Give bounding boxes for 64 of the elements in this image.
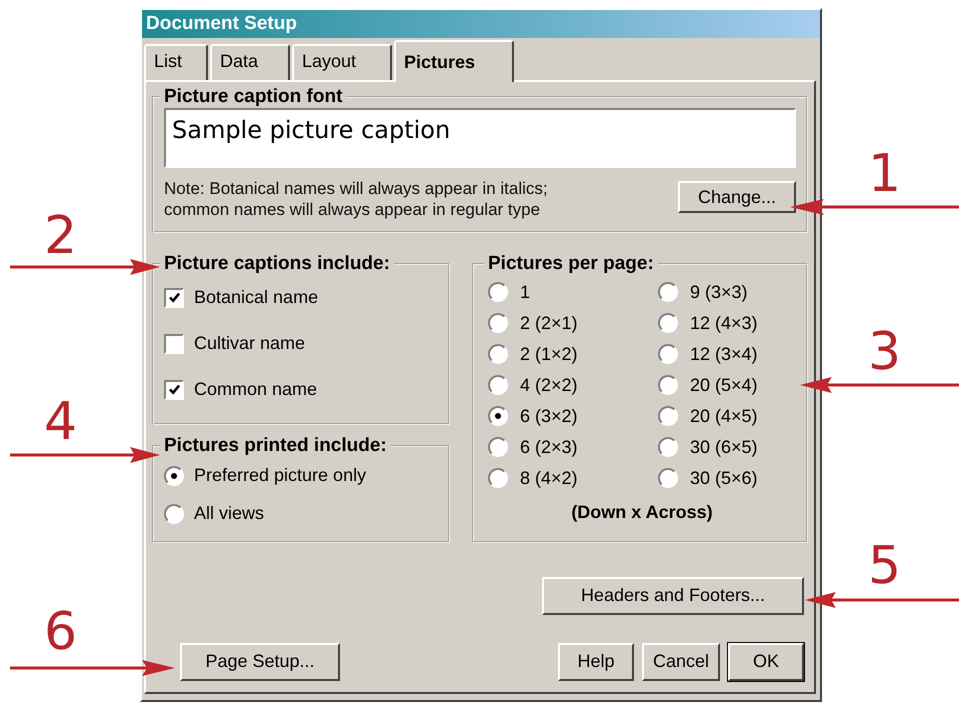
checkbox[interactable] (164, 334, 184, 354)
note-text: Note: Botanical names will always appear in italics; common names will always appear in regular type (164, 178, 548, 220)
checkbox-label[interactable]: Common name (194, 379, 318, 400)
radio-button[interactable] (658, 282, 678, 302)
annotation-number: 2 (44, 210, 78, 262)
group-title: Picture caption font (163, 86, 344, 108)
dialog-button[interactable]: Help (558, 642, 634, 680)
radio-button[interactable] (488, 468, 508, 488)
check-icon (168, 383, 180, 396)
radio-label[interactable]: 2 (2×1) (520, 312, 578, 334)
annotation-number: 5 (868, 540, 902, 592)
tab[interactable]: List (144, 44, 208, 80)
hint-text: (Down x Across) (571, 502, 713, 522)
radio-label[interactable]: All views (194, 503, 264, 524)
radio-button[interactable] (658, 313, 678, 333)
radio-button[interactable] (658, 406, 678, 426)
checkbox[interactable] (164, 380, 184, 400)
checkbox-label[interactable]: Cultivar name (194, 333, 306, 354)
dialog-button[interactable]: Cancel (642, 642, 720, 680)
radio-button[interactable] (488, 375, 508, 395)
radio-button[interactable] (658, 468, 678, 488)
caption-preview: Sample picture caption (164, 108, 796, 168)
checkbox-label[interactable]: Botanical name (194, 287, 318, 308)
headers-footers-button[interactable]: Headers and Footers... (542, 576, 804, 614)
radio-label[interactable]: 6 (2×3) (520, 436, 578, 458)
radio-label[interactable]: 30 (5×6) (690, 468, 758, 488)
group-title: Picture captions include: (163, 252, 391, 274)
group-title: Pictures printed include: (163, 434, 388, 456)
window-title: Document Setup (146, 13, 297, 35)
radio-label[interactable]: 20 (4×5) (690, 406, 758, 426)
annotation-number: 3 (868, 326, 902, 378)
change-button[interactable]: Change... (678, 181, 796, 213)
page-setup-button[interactable]: Page Setup... (180, 642, 340, 680)
tab[interactable]: Pictures (394, 40, 514, 82)
radio-label[interactable]: 20 (5×4) (690, 374, 758, 396)
radio-button[interactable] (488, 437, 508, 457)
radio-button[interactable] (658, 344, 678, 364)
dialog-button[interactable]: OK (728, 642, 804, 680)
radio-button[interactable] (164, 504, 184, 524)
radio-label[interactable]: 4 (2×2) (520, 374, 578, 396)
radio-label[interactable]: Preferred picture only (194, 465, 366, 486)
radio-label[interactable]: 12 (3×4) (690, 344, 758, 364)
annotation-number: 4 (44, 396, 78, 448)
radio-label[interactable]: 2 (1×2) (520, 344, 578, 364)
radio-button[interactable] (488, 344, 508, 364)
radio-label[interactable]: 1 (520, 282, 530, 302)
annotation-number: 1 (868, 148, 902, 200)
radio-button[interactable] (488, 282, 508, 302)
radio-label[interactable]: 12 (4×3) (690, 312, 758, 334)
radio-button[interactable] (164, 466, 184, 486)
radio-label[interactable]: 6 (3×2) (520, 406, 578, 426)
radio-label[interactable]: 9 (3×3) (690, 282, 748, 302)
radio-button[interactable] (488, 313, 508, 333)
radio-label[interactable]: 8 (4×2) (520, 468, 578, 488)
annotation-number: 6 (44, 606, 78, 658)
tab[interactable]: Layout (292, 44, 392, 80)
checkbox[interactable] (164, 288, 184, 308)
radio-button[interactable] (658, 437, 678, 457)
radio-button[interactable] (488, 406, 508, 426)
tab[interactable]: Data (210, 44, 290, 80)
radio-button[interactable] (658, 375, 678, 395)
check-icon (168, 291, 180, 304)
group-title: Pictures per page: (487, 252, 655, 274)
radio-label[interactable]: 30 (6×5) (690, 436, 758, 458)
